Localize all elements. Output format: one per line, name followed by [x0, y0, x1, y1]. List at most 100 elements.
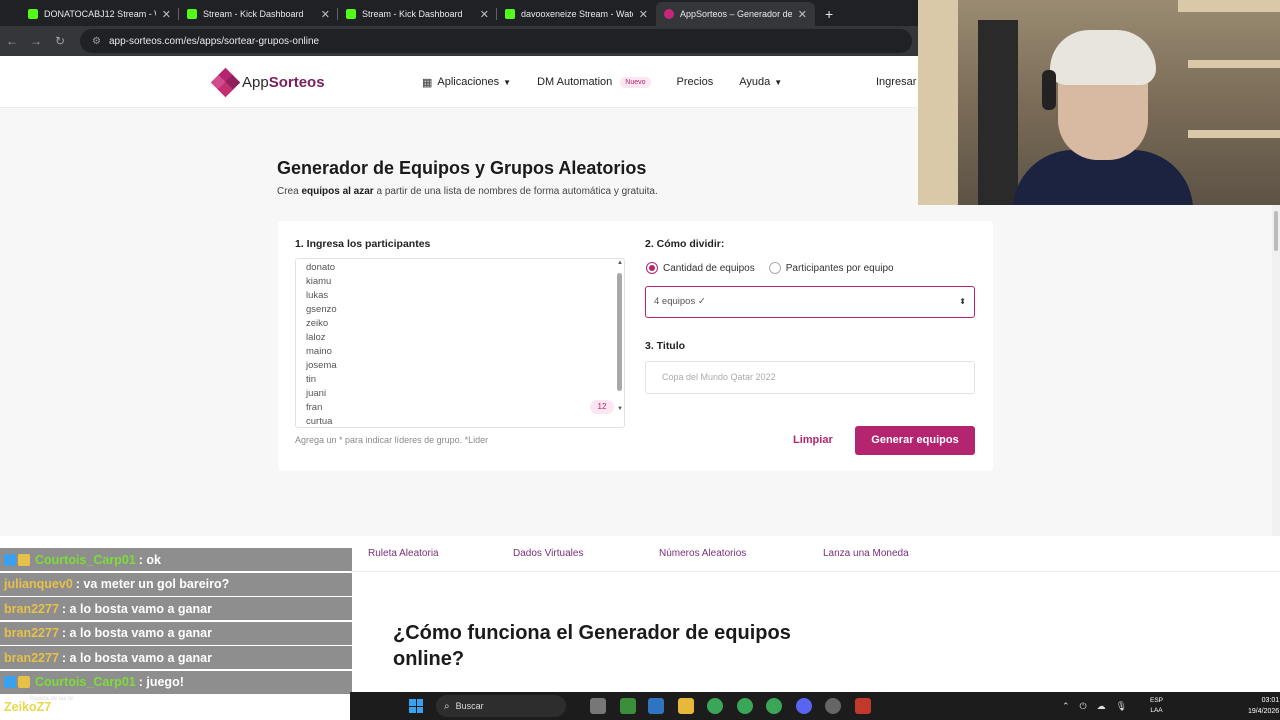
webcam-overlay	[918, 0, 1280, 205]
chat-badges	[4, 676, 32, 688]
task-view-icon[interactable]	[590, 698, 606, 714]
chat-message: Courtois_Carp01 : ok	[0, 548, 352, 571]
participant-name: juani	[306, 388, 327, 399]
division-mode: Cantidad de equipos Participantes por eq…	[646, 262, 894, 274]
scroll-down-icon[interactable]: ▼	[617, 406, 623, 412]
nav-label: Aplicaciones	[437, 76, 500, 88]
cloud-icon[interactable]: ☁	[1097, 701, 1106, 712]
url-field[interactable]: ⚙ app-sorteos.com/es/apps/sortear-grupos…	[80, 29, 912, 53]
new-badge: Nuevo	[620, 76, 651, 88]
close-icon[interactable]: ✕	[639, 8, 648, 21]
step2-label: 2. Cómo dividir:	[645, 238, 725, 250]
participant-name: gsenzo	[306, 304, 337, 315]
browser-tab-active[interactable]: AppSorteos – Generador de Eq ✕	[656, 2, 815, 26]
nav-aplicaciones[interactable]: ▦ Aplicaciones ▼	[422, 76, 511, 89]
language-indicator[interactable]: ESP LAA	[1150, 696, 1163, 716]
login-link[interactable]: Ingresar	[876, 76, 916, 88]
site-info-icon[interactable]: ⚙	[92, 36, 101, 47]
browser-tab[interactable]: DONATOCABJ12 Stream - Watch ✕	[20, 2, 179, 26]
radio-team-count[interactable]	[646, 262, 658, 274]
chat-text: : juego!	[138, 675, 184, 689]
address-bar-row: ← → ↻ ⚙ app-sorteos.com/es/apps/sortear-…	[0, 26, 920, 56]
taskbar-search-label: Buscar	[455, 701, 484, 711]
calculator-icon[interactable]	[648, 698, 664, 714]
app-icon[interactable]	[855, 698, 871, 714]
nav-label: DM Automation	[537, 76, 613, 88]
participant-name: tin	[306, 374, 317, 385]
badge-icon	[4, 553, 16, 566]
tool-link[interactable]: Lanza una Moneda	[823, 548, 909, 559]
new-tab-button[interactable]: +	[815, 2, 843, 26]
nav-precios[interactable]: Precios	[677, 76, 714, 88]
back-icon[interactable]: ←	[0, 34, 24, 48]
mic-icon[interactable]: 🎙	[1116, 701, 1127, 712]
leader-hint: Agrega un * para indicar líderes de grup…	[295, 435, 489, 445]
nav-ayuda[interactable]: Ayuda ▼	[739, 76, 782, 88]
chat-message: bran2277 : a lo bosta vamo a ganar	[0, 646, 352, 669]
nav-dm-automation[interactable]: DM Automation Nuevo	[537, 76, 651, 88]
power-icon[interactable]: ⏻	[1080, 701, 1087, 712]
howto-heading: ¿Cómo funciona el Generador de equipos o…	[393, 622, 791, 670]
chrome-icon[interactable]	[707, 698, 723, 714]
chat-username: Courtois_Carp01	[35, 675, 136, 689]
team-count-select[interactable]: 4 equipos ✓ ⬍	[645, 286, 975, 318]
url-text: app-sorteos.com/es/apps/sortear-grupos-o…	[108, 35, 320, 47]
page-scrollbar-thumb[interactable]	[1274, 211, 1278, 251]
close-icon[interactable]: ✕	[162, 8, 171, 21]
nav-label: Ayuda	[739, 76, 771, 88]
chat-text: : a lo bosta vamo a ganar	[61, 626, 212, 640]
windows-start-icon[interactable]	[409, 699, 423, 713]
taskbar-search[interactable]: ⌕ Buscar	[436, 695, 566, 717]
tool-link[interactable]: Números Aleatorios	[659, 548, 746, 559]
scroll-up-icon[interactable]: ▲	[617, 260, 623, 266]
title-input[interactable]: Copa del Mundo Qatar 2022	[645, 361, 975, 394]
browser-tab-bar: DONATOCABJ12 Stream - Watch ✕ Stream - Ki…	[0, 0, 920, 26]
textarea-scrollbar[interactable]: ▲ ▼	[615, 259, 624, 427]
participant-name: lukas	[306, 290, 329, 301]
main-nav: ▦ Aplicaciones ▼ DM Automation Nuevo Precio…	[422, 56, 808, 108]
reload-icon[interactable]: ↻	[48, 34, 72, 48]
chevron-down-icon: ▼	[774, 77, 783, 87]
obs-icon[interactable]	[825, 698, 841, 714]
app-icon[interactable]	[620, 698, 636, 714]
browser-tab[interactable]: davooxeneize Stream - Watch ✕	[497, 2, 656, 26]
participants-textarea[interactable]: donato kiamu lukas gsenzo zeiko laloz ma…	[295, 258, 625, 428]
clear-button[interactable]: Limpiar	[793, 434, 833, 446]
close-icon[interactable]: ✕	[480, 8, 489, 21]
system-tray: ⌃ ⏻ ☁ 🎙	[1062, 692, 1137, 720]
windows-taskbar: ⌕ Buscar ⌃ ⏻ ☁ 🎙 ESP LAA 03:01 19/4/2026	[350, 692, 1280, 720]
radio-per-team-label[interactable]: Participantes por equipo	[786, 263, 894, 274]
tab-title: DONATOCABJ12 Stream - Watch	[44, 9, 156, 19]
related-tools-bar: Ruleta Aleatoria Dados Virtuales Números…	[350, 536, 1280, 572]
chat-text: : a lo bosta vamo a ganar	[61, 601, 212, 616]
system-clock[interactable]: 03:01 19/4/2026	[1248, 695, 1279, 717]
browser-tab[interactable]: Stream - Kick Dashboard ✕	[179, 2, 338, 26]
participant-name: fran	[306, 402, 323, 413]
radio-per-team[interactable]	[768, 262, 781, 274]
kick-icon	[505, 9, 515, 19]
chat-username: bran2277	[4, 601, 59, 616]
tool-link[interactable]: Dados Virtuales	[513, 548, 583, 559]
chat-text: : a lo bosta vamo a ganar	[61, 650, 212, 665]
radio-team-count-label[interactable]: Cantidad de equipos	[663, 263, 755, 274]
browser-tab[interactable]: Stream - Kick Dashboard ✕	[338, 2, 497, 26]
chat-message: Courtois_Carp01 : juego!	[0, 670, 352, 694]
forward-icon[interactable]: →	[24, 34, 48, 48]
chat-message: julianquev0 : va meter un gol bareiro?	[0, 572, 352, 596]
page-scrollbar[interactable]	[1272, 205, 1280, 536]
chevron-up-icon[interactable]: ⌃	[1062, 701, 1070, 712]
chrome-icon[interactable]	[737, 698, 753, 714]
select-value: 4 equipos ✓	[654, 296, 706, 307]
folder-icon[interactable]	[678, 698, 694, 714]
tool-link[interactable]: Ruleta Aleatoria	[368, 548, 439, 559]
chrome-icon[interactable]	[766, 698, 782, 714]
close-icon[interactable]: ✕	[798, 8, 807, 21]
scrollbar-thumb[interactable]	[617, 273, 622, 391]
tab-title: Stream - Kick Dashboard	[203, 9, 304, 19]
generator-card: 1. Ingresa los participantes donato kiam…	[278, 221, 993, 471]
chat-username: Courtois_Carp01	[35, 552, 136, 567]
discord-icon[interactable]	[796, 698, 812, 714]
appsorteos-logo[interactable]: AppSorteos	[210, 67, 325, 98]
generate-teams-button[interactable]: Generar equipos	[855, 426, 975, 455]
close-icon[interactable]: ✕	[321, 8, 330, 21]
